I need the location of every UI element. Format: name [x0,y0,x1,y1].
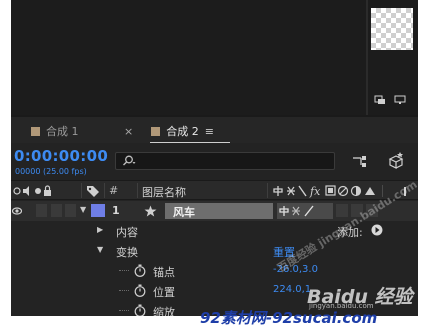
audio-toggle[interactable] [36,204,47,217]
column-layer-name-header[interactable]: 图层名称 [142,184,186,200]
visibility-eye-icon[interactable] [12,206,22,216]
stopwatch-icon[interactable] [134,264,146,277]
transparency-grid-thumbnail [371,8,413,50]
draft-3d-icon[interactable] [386,151,406,169]
layer-switches[interactable] [277,203,333,219]
tab-close-icon[interactable]: × [124,125,133,138]
svg-text:fx: fx [309,185,321,198]
stopwatch-icon[interactable] [134,284,146,297]
transform-label: 变换 [116,246,138,259]
shape-layer-star-icon [144,205,157,217]
site-watermark: 92素材网-92sucai.com [200,309,378,327]
composition-preview-area [11,0,418,115]
composition-flowchart-icon[interactable] [352,154,368,168]
scale-label: 缩放 [153,306,175,316]
tab-comp-1[interactable]: 合成 1 [31,121,79,141]
switch-cell [336,204,348,217]
toggle-transparency-icon[interactable] [374,95,386,105]
frame-rate-label: 00000 (25.00 fps) [15,167,87,176]
monitor-icon[interactable] [394,95,406,105]
layer-switch-icons [279,205,314,217]
layer-number: 1 [112,204,120,217]
solo-toggle[interactable] [51,204,62,217]
layer-label-color[interactable] [91,204,105,217]
layer-column-header: # 图层名称 fx [11,180,418,200]
layer-expand-triangle-icon[interactable]: ▼ [80,205,86,214]
stopwatch-icon[interactable] [134,304,146,316]
label-tag-icon [87,186,99,197]
property-row-transform[interactable]: ▼ 变换 重置 [11,241,418,261]
anchor-point-label: 锚点 [153,266,175,279]
collapse-triangle-icon[interactable]: ▼ [97,245,103,254]
layer-search-input[interactable] [115,152,335,170]
position-label: 位置 [153,286,175,299]
tab-menu-icon[interactable]: ≡ [205,125,214,138]
composition-swatch-icon [151,126,161,136]
column-number-header[interactable]: # [109,184,118,197]
current-time-display[interactable]: 0:00:00:00 [14,147,108,165]
tab-comp-2[interactable]: × 合成 2 ≡ [124,121,214,141]
tab-label: 合成 1 [46,125,79,138]
contents-label: 内容 [116,226,138,239]
expand-triangle-icon[interactable]: ▶ [97,225,103,234]
position-value[interactable]: 224.0,1 [273,284,311,295]
preview-divider [366,0,368,115]
composition-tab-bar: 合成 1 × 合成 2 ≡ [11,115,418,144]
add-menu-icon[interactable] [371,224,383,236]
property-row-anchor[interactable]: 锚点 -26.0,3.0 [11,261,418,281]
layer-name-field[interactable]: 风车 [165,203,273,219]
layer-name-text: 风车 [173,206,195,219]
composition-swatch-icon [31,126,40,136]
search-icon [123,155,136,166]
ae-timeline-panel: 合成 1 × 合成 2 ≡ 0:00:00:00 00000 (25.00 fp… [11,0,418,316]
timecode-row: 0:00:00:00 00000 (25.00 fps) [11,143,418,180]
av-switches-header [13,185,51,196]
tab-label: 合成 2 [166,125,199,138]
lock-toggle[interactable] [65,204,76,217]
